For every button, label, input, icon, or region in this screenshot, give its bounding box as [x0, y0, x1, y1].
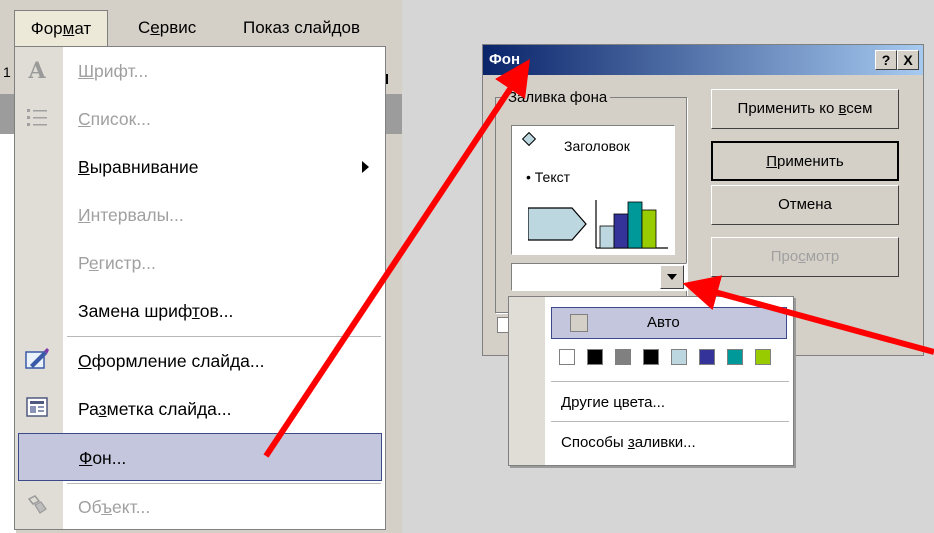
- arrow-menu-to-dialog: [263, 59, 530, 458]
- annotation-arrows: [263, 59, 934, 458]
- arrow-to-combo: [682, 275, 934, 355]
